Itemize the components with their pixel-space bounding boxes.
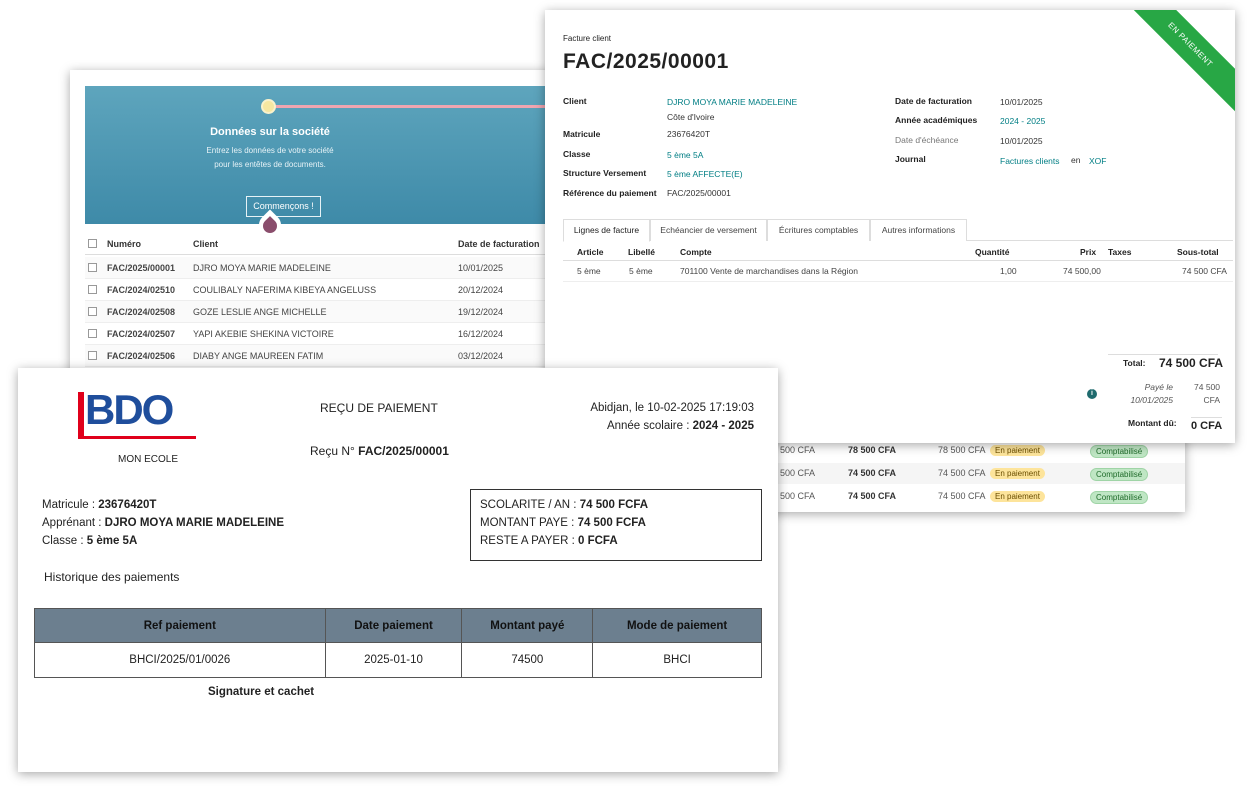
state-badge: Comptabilisé	[1090, 491, 1149, 504]
journal-link[interactable]: Factures clients	[1000, 156, 1060, 166]
tab-ecritures[interactable]: Écritures comptables	[767, 219, 870, 241]
total-value: 74 500 CFA	[1159, 356, 1224, 370]
paid-amount: 74 500 CFA	[1194, 382, 1220, 405]
lines-header: Article Libellé Compte Quantité Prix Tax…	[563, 243, 1233, 261]
date-label: Date de facturation	[895, 96, 972, 106]
due-value: 0 CFA	[1191, 417, 1223, 432]
info-icon[interactable]: i	[1087, 389, 1097, 399]
table-row[interactable]: FAC/2024/02508 GOZE LESLIE ANGE MICHELLE…	[85, 301, 555, 323]
tab-lignes[interactable]: Lignes de facture	[563, 219, 650, 242]
client-label: Client	[563, 96, 587, 106]
signature-label: Signature et cachet	[208, 686, 315, 698]
date-value: 10/01/2025	[1000, 97, 1043, 107]
column-numero[interactable]: Numéro	[107, 239, 141, 249]
invoice-type-label: Facture client	[563, 34, 612, 43]
echeance-label: Date d'échéance	[895, 135, 959, 145]
apprenant: Apprénant : DJRO MOYA MARIE MADELEINE	[42, 517, 285, 529]
tab-autres[interactable]: Autres informations	[870, 219, 967, 241]
row-checkbox[interactable]	[88, 285, 97, 294]
table-row[interactable]: 5 ème 5 ème 701100 Vente de marchandises…	[563, 262, 1233, 282]
annee-link[interactable]: 2024 - 2025	[1000, 116, 1045, 126]
header-ref: Ref paiement	[34, 608, 326, 643]
column-date[interactable]: Date de facturation	[458, 239, 540, 249]
header-mode: Mode de paiement	[592, 608, 762, 643]
table-row[interactable]: FAC/2024/02506 DIABY ANGE MAUREEN FATIM …	[85, 345, 555, 367]
onboarding-subtitle: Entrez les données de votre société pour…	[206, 146, 334, 169]
status-badge: En paiement	[990, 445, 1045, 456]
row-checkbox[interactable]	[88, 307, 97, 316]
logo-underline	[78, 436, 196, 439]
row-checkbox[interactable]	[88, 351, 97, 360]
journal-en: en	[1071, 155, 1081, 165]
classe: Classe : 5 ème 5A	[42, 535, 138, 547]
start-button[interactable]: Commençons !	[246, 196, 321, 217]
totals-divider	[1108, 354, 1218, 355]
history-title: Historique des paiements	[44, 570, 180, 584]
paid-label: Payé le 10/01/2025	[1130, 382, 1173, 405]
status-badge: En paiement	[990, 491, 1045, 502]
status-badge: En paiement	[990, 468, 1045, 479]
progress-line	[275, 105, 565, 108]
state-badge: Comptabilisé	[1090, 468, 1149, 481]
invoice-number: FAC/2025/00001	[563, 50, 729, 73]
table-row[interactable]: 500 CFA 78 500 CFA 78 500 CFA En paiemen…	[770, 440, 1185, 461]
journal-label: Journal	[895, 154, 926, 164]
reference-label: Référence du paiement	[563, 188, 657, 198]
school-name: MON ECOLE	[117, 454, 178, 465]
payment-summary-box: SCOLARITE / AN : 74 500 FCFA MONTANT PAY…	[470, 489, 762, 561]
payment-receipt: BDO MON ECOLE REÇU DE PAIEMENT Reçu N° F…	[18, 368, 778, 772]
reference-value: FAC/2025/00001	[667, 188, 731, 198]
client-country: Côte d'Ivoire	[667, 112, 715, 122]
table-row[interactable]: FAC/2025/00001 DJRO MOYA MARIE MADELEINE…	[85, 257, 555, 279]
progress-dot	[261, 99, 276, 114]
state-badge: Comptabilisé	[1090, 445, 1149, 458]
classe-link[interactable]: 5 ème 5A	[667, 150, 703, 160]
onboarding-banner: Données sur la société Entrez les donnée…	[85, 86, 565, 241]
reste-a-payer: RESTE A PAYER : 0 FCFA	[480, 535, 618, 547]
status-ribbon: EN PAIEMENT	[1119, 10, 1235, 116]
montant-paye: MONTANT PAYE : 74 500 FCFA	[480, 517, 646, 529]
row-checkbox[interactable]	[88, 329, 97, 338]
matricule-value: 23676420T	[667, 129, 711, 139]
bdo-logo: BDO	[76, 386, 201, 440]
receipt-number: Reçu N° FAC/2025/00001	[310, 444, 449, 458]
matricule-label: Matricule	[563, 129, 601, 139]
select-all-checkbox[interactable]	[88, 239, 97, 248]
table-row[interactable]: FAC/2024/02510 COULIBALY NAFERIMA KIBEYA…	[85, 279, 555, 301]
client-link[interactable]: DJRO MOYA MARIE MADELEINE	[667, 97, 797, 107]
annee-label: Année académiques	[895, 115, 978, 125]
invoice-tabs: Lignes de facture Echéancier de versemen…	[563, 219, 1233, 242]
table-row[interactable]: 500 CFA 74 500 CFA 74 500 CFA En paiemen…	[770, 463, 1185, 484]
column-client[interactable]: Client	[193, 239, 218, 249]
structure-link[interactable]: 5 ème AFFECTE(E)	[667, 169, 743, 179]
school-year: Année scolaire : 2024 - 2025	[606, 420, 754, 432]
currency-link[interactable]: XOF	[1089, 156, 1106, 166]
structure-label: Structure Versement	[563, 168, 647, 178]
table-row[interactable]: FAC/2024/02507 YAPI AKEBIE SHEKINA VICTO…	[85, 323, 555, 345]
payment-history-table: Ref paiement Date paiement Montant payé …	[34, 608, 762, 678]
tab-echeancier[interactable]: Echéancier de versement	[650, 219, 767, 241]
due-label: Montant dû:	[1128, 418, 1177, 428]
invoice-list-panel: Données sur la société Entrez les donnée…	[70, 70, 570, 380]
scolarite: SCOLARITE / AN : 74 500 FCFA	[480, 499, 649, 511]
list-header: Numéro Client Date de facturation	[85, 233, 555, 255]
receipt-title: REÇU DE PAIEMENT	[320, 401, 438, 415]
table-row: BHCI/2025/01/0026 2025-01-10 74500 BHCI	[34, 642, 762, 678]
place-date: Abidjan, le 10-02-2025 17:19:03	[590, 402, 754, 414]
matricule: Matricule : 23676420T	[42, 499, 157, 511]
header-amount: Montant payé	[461, 608, 594, 643]
echeance-value: 10/01/2025	[1000, 136, 1043, 146]
logo-bar	[78, 392, 84, 436]
total-label: Total:	[1123, 358, 1146, 368]
row-checkbox[interactable]	[88, 263, 97, 272]
header-date: Date paiement	[324, 608, 463, 643]
onboarding-title: Données sur la société	[210, 126, 330, 138]
table-row[interactable]: 500 CFA 74 500 CFA 74 500 CFA En paiemen…	[770, 486, 1185, 507]
classe-label: Classe	[563, 149, 591, 159]
